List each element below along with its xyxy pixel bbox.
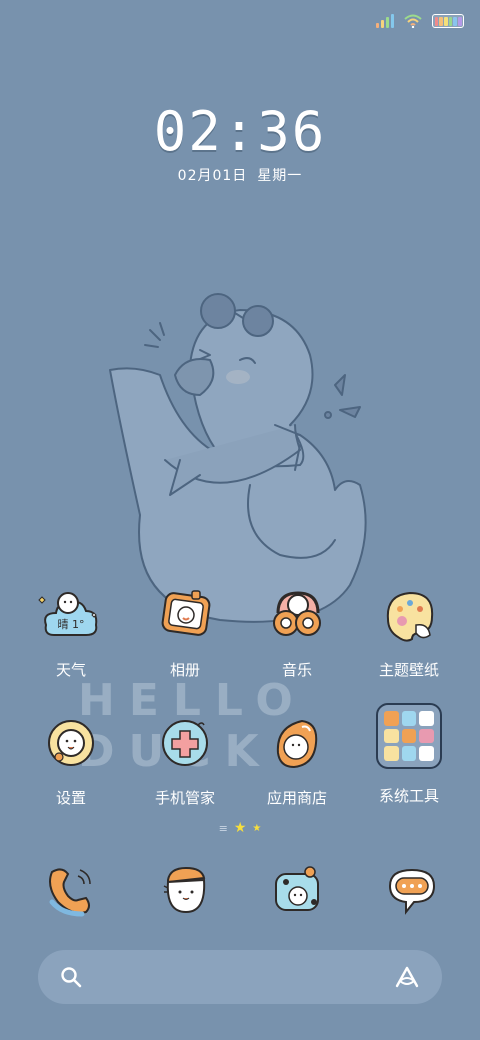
- app-store-icon: [264, 713, 330, 779]
- status-bar: [376, 10, 464, 32]
- weather-badge: 晴 1°: [58, 618, 85, 631]
- signal-icon: [376, 14, 394, 28]
- app-label: 天气: [55, 661, 86, 679]
- app-store[interactable]: 应用商店: [242, 713, 352, 808]
- app-label: 设置: [55, 789, 86, 807]
- battery-icon: [432, 14, 464, 28]
- app-music[interactable]: 音乐: [242, 585, 352, 680]
- battery-segment: [457, 16, 462, 26]
- gallery-icon: [152, 585, 218, 651]
- music-icon: [264, 585, 330, 651]
- app-settings[interactable]: 设置: [16, 713, 126, 808]
- theme-palette-icon: [376, 585, 442, 651]
- clock-time[interactable]: 02:36: [0, 100, 480, 163]
- phone-icon[interactable]: [42, 862, 98, 918]
- search-input[interactable]: [94, 968, 382, 986]
- app-phone-manager[interactable]: 手机管家: [130, 713, 240, 808]
- battery-segment: [448, 16, 453, 26]
- battery-segment: [439, 16, 443, 26]
- date-text[interactable]: 02月01日 星期一: [0, 165, 480, 185]
- search-icon[interactable]: [60, 966, 82, 988]
- app-folder-system-tools[interactable]: 系统工具: [354, 703, 464, 806]
- phone-manager-icon: [152, 713, 218, 779]
- camera-icon[interactable]: [270, 862, 326, 918]
- app-theme[interactable]: 主题壁纸: [354, 585, 464, 680]
- weather-icon: 晴 1°: [38, 585, 104, 651]
- app-gallery[interactable]: 相册: [130, 585, 240, 680]
- page-dot-active-star-icon: ★: [233, 820, 247, 836]
- assistant-icon[interactable]: [394, 965, 420, 989]
- page-list-icon: ≡: [218, 821, 228, 835]
- messages-icon[interactable]: [384, 862, 440, 918]
- battery-segment: [443, 16, 448, 26]
- date-day: 02月01日: [177, 168, 248, 184]
- app-label: 应用商店: [266, 789, 327, 807]
- app-label: 相册: [169, 661, 200, 679]
- app-label: 主题壁纸: [378, 661, 439, 679]
- search-bar[interactable]: [38, 950, 442, 1004]
- contacts-icon[interactable]: [158, 862, 214, 918]
- app-weather[interactable]: 晴 1° 天气: [16, 585, 126, 680]
- system-tools-folder-icon: [376, 703, 442, 769]
- battery-segment: [453, 16, 457, 26]
- app-label: 系统工具: [378, 787, 439, 805]
- app-label: 手机管家: [154, 789, 215, 807]
- app-label: 音乐: [281, 661, 312, 679]
- wallpaper-duck-illustration: [109, 293, 367, 623]
- wifi-icon: [404, 14, 422, 28]
- page-indicator[interactable]: ≡ ★ ★: [0, 820, 480, 836]
- settings-icon: [38, 713, 104, 779]
- page-dot-star-icon: ★: [252, 822, 262, 834]
- date-weekday: 星期一: [257, 168, 303, 184]
- battery-segment: [434, 16, 439, 26]
